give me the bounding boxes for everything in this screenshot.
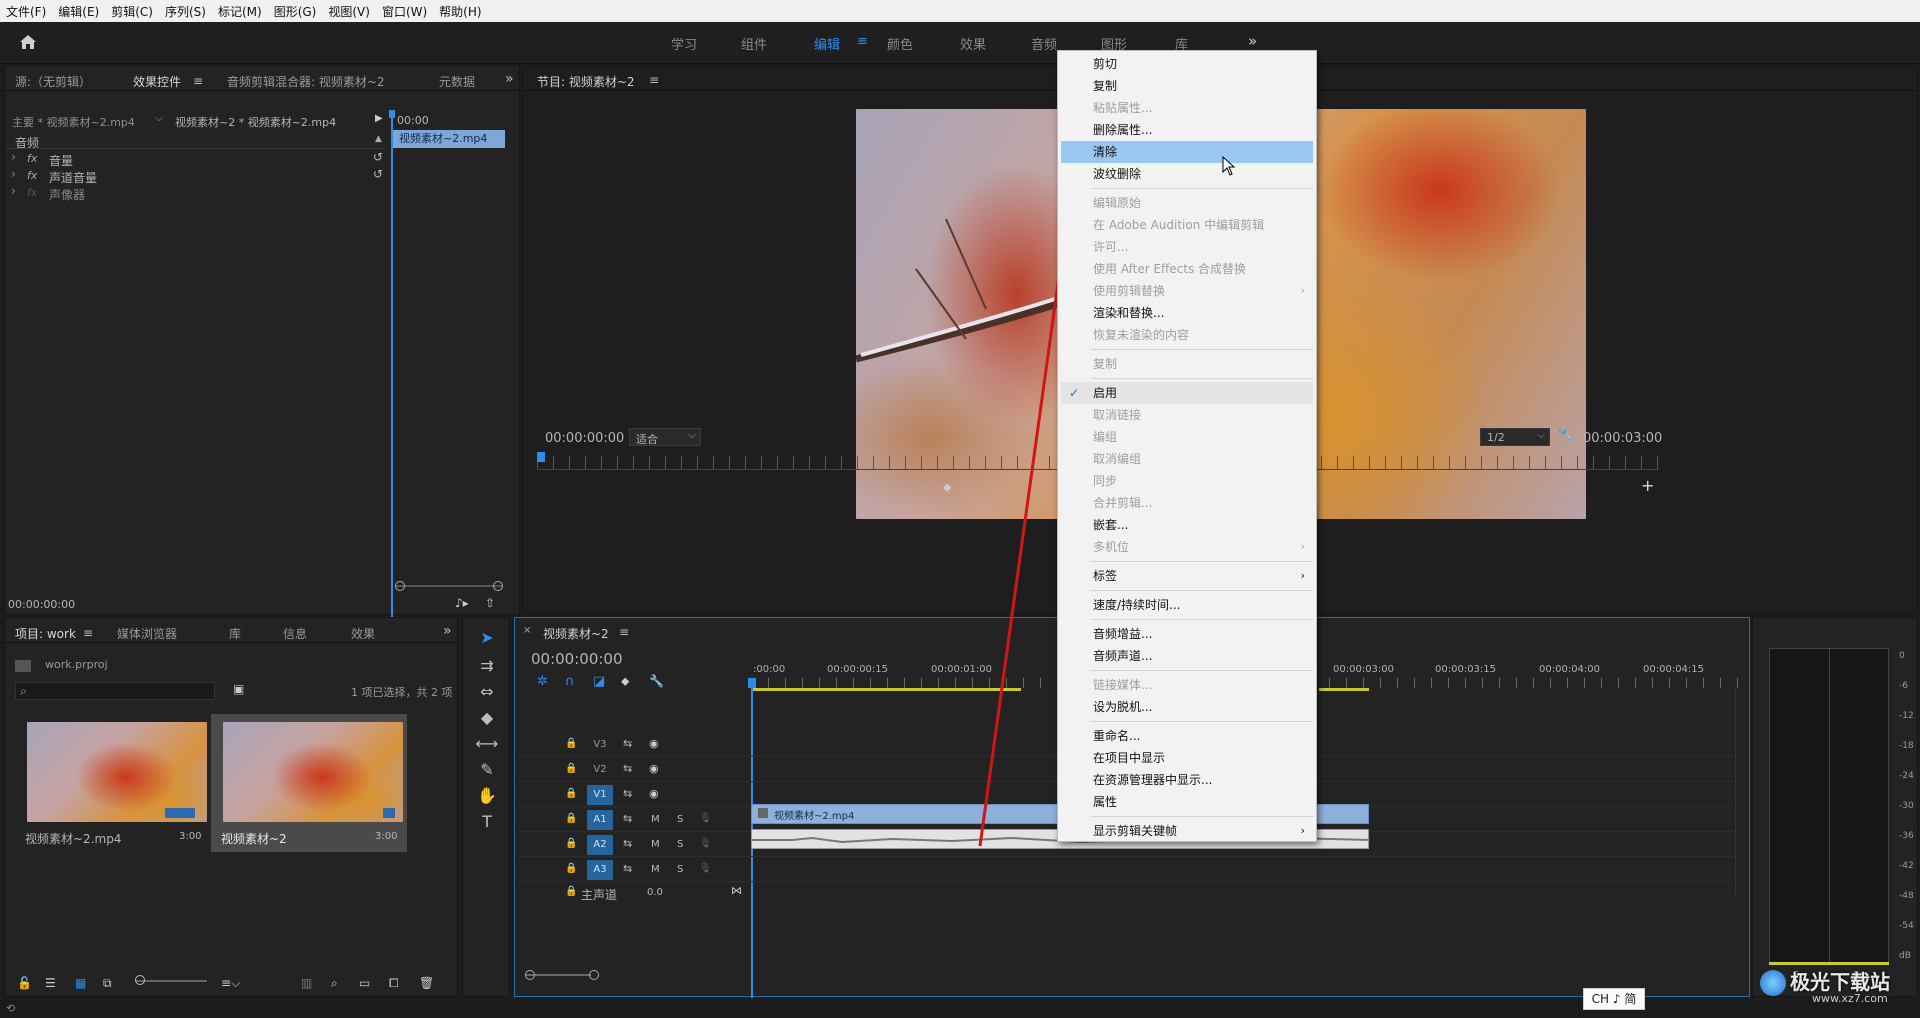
context-menu-item[interactable]: 渲染和替换...	[1061, 302, 1313, 324]
menu-separator	[1091, 561, 1313, 562]
context-menu-label: 显示剪辑关键帧	[1093, 824, 1178, 838]
menu-separator	[1091, 670, 1313, 671]
context-menu-item[interactable]: 复制	[1061, 75, 1313, 97]
submenu-arrow-icon: ›	[1300, 824, 1305, 837]
context-menu-label: 编辑原始	[1093, 196, 1142, 210]
context-menu-item[interactable]: 合并剪辑...	[1061, 492, 1313, 514]
context-menu-label: 在项目中显示	[1093, 751, 1166, 765]
context-menu-item[interactable]: 编组	[1061, 426, 1313, 448]
menu-separator	[1091, 816, 1313, 817]
submenu-arrow-icon: ›	[1300, 540, 1305, 553]
context-menu-item[interactable]: 音频声道...	[1061, 645, 1313, 667]
context-menu-label: 粘贴属性...	[1093, 101, 1153, 115]
menu-separator	[1091, 188, 1313, 189]
context-menu-label: 取消链接	[1093, 408, 1142, 422]
context-menu-label: 标签	[1093, 569, 1118, 583]
menu-separator	[1091, 590, 1313, 591]
context-menu-item[interactable]: 许可...	[1061, 236, 1313, 258]
submenu-arrow-icon: ›	[1300, 284, 1305, 297]
context-menu-label: 多机位	[1093, 540, 1130, 554]
context-menu-label: 渲染和替换...	[1093, 306, 1165, 320]
context-menu-label: 重命名...	[1093, 729, 1141, 743]
context-menu-item[interactable]: 复制	[1061, 353, 1313, 375]
context-menu-label: 链接媒体...	[1093, 678, 1153, 692]
context-menu-item[interactable]: 同步	[1061, 470, 1313, 492]
submenu-arrow-icon: ›	[1300, 569, 1305, 582]
context-menu-label: 剪切	[1093, 57, 1118, 71]
context-menu-label: 波纹删除	[1093, 167, 1142, 181]
annotation-arrow	[978, 158, 1082, 847]
ime-indicator[interactable]: CH ♪ 简	[1583, 988, 1645, 1010]
context-menu-label: 许可...	[1093, 240, 1129, 254]
context-menu-item[interactable]: 重命名...	[1061, 725, 1313, 747]
context-menu-item[interactable]: 粘贴属性...	[1061, 97, 1313, 119]
context-menu-item[interactable]: 链接媒体...	[1061, 674, 1313, 696]
checkmark-icon: ✓	[1069, 386, 1080, 400]
context-menu-item[interactable]: 剪切	[1061, 53, 1313, 75]
context-menu-item[interactable]: 取消编组	[1061, 448, 1313, 470]
context-menu-item[interactable]: 标签 ›	[1061, 565, 1313, 587]
context-menu-label: 清除	[1093, 145, 1118, 159]
context-menu-label: 启用	[1093, 386, 1118, 400]
context-menu-item[interactable]: 使用剪辑替换 ›	[1061, 280, 1313, 302]
context-menu-label: 速度/持续时间...	[1093, 598, 1181, 612]
context-menu-item[interactable]: 显示剪辑关键帧 ›	[1061, 820, 1313, 842]
status-icon: ⟲	[6, 1002, 16, 1015]
context-menu-label: 音频声道...	[1093, 649, 1153, 663]
context-menu-item[interactable]: 启用 ✓	[1061, 382, 1313, 404]
context-menu-item[interactable]: 音频增益...	[1061, 623, 1313, 645]
context-menu-label: 嵌套...	[1093, 518, 1129, 532]
context-menu-item[interactable]: 多机位 ›	[1061, 536, 1313, 558]
context-menu-label: 设为脱机...	[1093, 700, 1153, 714]
context-menu-label: 同步	[1093, 474, 1118, 488]
menu-separator	[1091, 619, 1313, 620]
context-menu-item[interactable]: 在 Adobe Audition 中编辑剪辑	[1061, 214, 1313, 236]
context-menu-item[interactable]: 编辑原始	[1061, 192, 1313, 214]
context-menu-item[interactable]: 取消链接	[1061, 404, 1313, 426]
context-menu-label: 恢复未渲染的内容	[1093, 328, 1190, 342]
context-menu-item[interactable]: 恢复未渲染的内容	[1061, 324, 1313, 346]
context-menu-label: 合并剪辑...	[1093, 496, 1153, 510]
context-menu-label: 复制	[1093, 357, 1118, 371]
context-menu-label: 使用剪辑替换	[1093, 284, 1166, 298]
context-menu: 剪切 复制 粘贴属性... 删除属性... 清除 波纹删除 编辑原始在 Adobe Audi…	[1057, 50, 1317, 842]
context-menu-label: 在资源管理器中显示...	[1093, 773, 1213, 787]
context-menu-item[interactable]: 设为脱机...	[1061, 696, 1313, 718]
context-menu-item[interactable]: 嵌套...	[1061, 514, 1313, 536]
context-menu-item[interactable]: 在项目中显示	[1061, 747, 1313, 769]
menu-separator	[1091, 349, 1313, 350]
context-menu-item[interactable]: 属性	[1061, 791, 1313, 813]
watermark-logo-icon	[1760, 970, 1786, 996]
context-menu-item[interactable]: 速度/持续时间...	[1061, 594, 1313, 616]
context-menu-item[interactable]: 清除	[1061, 141, 1313, 163]
mouse-cursor-icon	[1222, 155, 1236, 179]
menu-separator	[1091, 721, 1313, 722]
context-menu-item[interactable]: 在资源管理器中显示...	[1061, 769, 1313, 791]
context-menu-label: 音频增益...	[1093, 627, 1153, 641]
context-menu-label: 编组	[1093, 430, 1118, 444]
context-menu-item[interactable]: 波纹删除	[1061, 163, 1313, 185]
context-menu-label: 取消编组	[1093, 452, 1142, 466]
context-menu-label: 使用 After Effects 合成替换	[1093, 262, 1247, 276]
context-menu-item[interactable]: 删除属性...	[1061, 119, 1313, 141]
menu-separator	[1091, 378, 1313, 379]
context-menu-label: 属性	[1093, 795, 1118, 809]
context-menu-item[interactable]: 使用 After Effects 合成替换	[1061, 258, 1313, 280]
context-menu-label: 在 Adobe Audition 中编辑剪辑	[1093, 218, 1265, 232]
context-menu-label: 复制	[1093, 79, 1118, 93]
context-menu-label: 删除属性...	[1093, 123, 1153, 137]
